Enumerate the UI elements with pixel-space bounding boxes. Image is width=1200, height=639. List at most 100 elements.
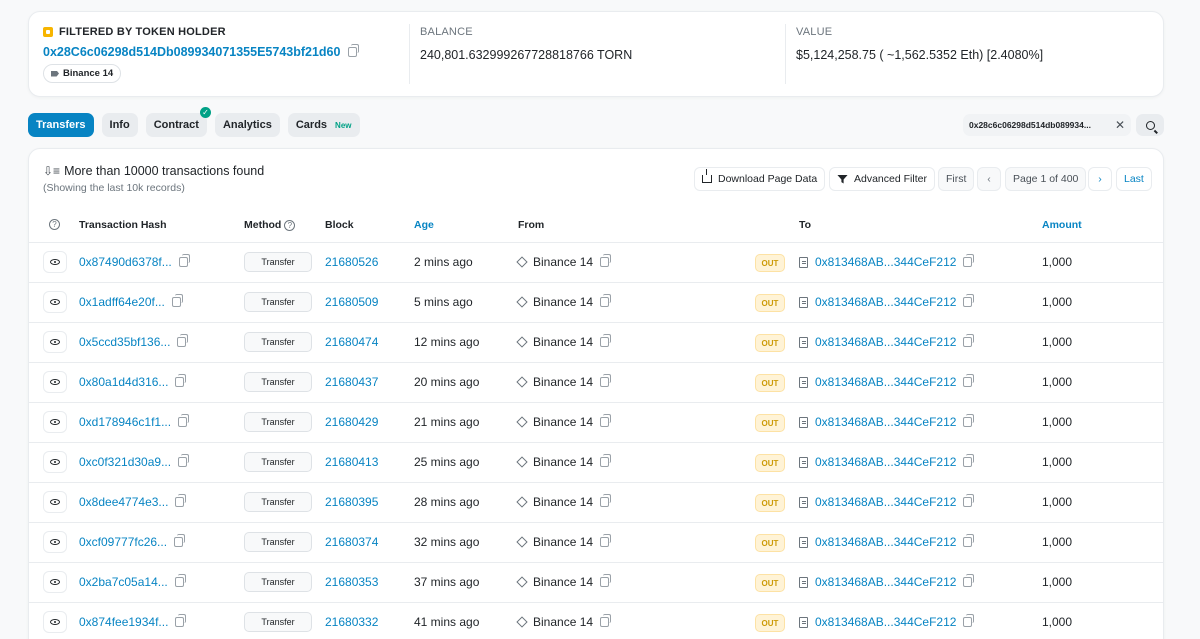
block-link[interactable]: 21680374	[325, 535, 378, 549]
amount-col-header[interactable]: Amount	[1042, 219, 1082, 231]
copy-icon[interactable]	[175, 494, 187, 507]
tab-cards[interactable]: Cards New	[287, 113, 360, 137]
from-label[interactable]: Binance 14	[533, 615, 593, 629]
eye-icon[interactable]	[43, 611, 67, 633]
search-button[interactable]	[1136, 114, 1164, 136]
eye-icon[interactable]	[43, 571, 67, 593]
tab-contract[interactable]: Contract ✓	[145, 107, 211, 137]
to-address-link[interactable]: 0x813468AB...344CeF212	[815, 495, 956, 509]
copy-icon[interactable]	[174, 574, 186, 587]
copy-icon[interactable]	[963, 614, 975, 627]
tab-transfers[interactable]: Transfers	[28, 113, 94, 137]
copy-icon[interactable]	[963, 574, 975, 587]
copy-icon[interactable]	[177, 334, 189, 347]
block-link[interactable]: 21680429	[325, 415, 378, 429]
copy-icon[interactable]	[963, 254, 975, 267]
tx-hash-link[interactable]: 0x1adff64e20f...	[79, 295, 165, 309]
from-label[interactable]: Binance 14	[533, 335, 593, 349]
from-label[interactable]: Binance 14	[533, 375, 593, 389]
tx-hash-link[interactable]: 0x87490d6378f...	[79, 255, 172, 269]
copy-icon[interactable]	[600, 454, 612, 467]
tx-hash-link[interactable]: 0x874fee1934f...	[79, 615, 168, 629]
block-link[interactable]: 21680437	[325, 375, 378, 389]
eye-icon[interactable]	[43, 251, 67, 273]
copy-icon[interactable]	[600, 254, 612, 267]
info-col-header[interactable]: ?	[49, 219, 60, 230]
copy-icon[interactable]	[171, 294, 183, 307]
eye-icon[interactable]	[43, 411, 67, 433]
copy-icon[interactable]	[963, 374, 975, 387]
eye-icon[interactable]	[43, 451, 67, 473]
copy-icon[interactable]	[175, 614, 187, 627]
block-link[interactable]: 21680395	[325, 495, 378, 509]
block-link[interactable]: 21680353	[325, 575, 378, 589]
address-filter-chip[interactable]: 0x28c6c06298d514db089934... ✕	[963, 114, 1131, 136]
copy-icon[interactable]	[963, 334, 975, 347]
copy-icon[interactable]	[600, 294, 612, 307]
from-label[interactable]: Binance 14	[533, 495, 593, 509]
copy-icon[interactable]	[600, 494, 612, 507]
copy-icon[interactable]	[175, 374, 187, 387]
copy-icon[interactable]	[600, 614, 612, 627]
copy-icon[interactable]	[600, 534, 612, 547]
to-address-link[interactable]: 0x813468AB...344CeF212	[815, 415, 956, 429]
copy-icon[interactable]	[600, 414, 612, 427]
copy-icon[interactable]	[963, 494, 975, 507]
to-address-link[interactable]: 0x813468AB...344CeF212	[815, 575, 956, 589]
eye-icon[interactable]	[43, 531, 67, 553]
eye-icon[interactable]	[43, 371, 67, 393]
help-icon[interactable]: ?	[284, 219, 296, 231]
to-address-link[interactable]: 0x813468AB...344CeF212	[815, 615, 956, 629]
tx-hash-link[interactable]: 0xc0f321d30a9...	[79, 455, 171, 469]
eye-icon[interactable]	[43, 491, 67, 513]
tx-hash-link[interactable]: 0xd178946c1f1...	[79, 415, 171, 429]
tx-hash-link[interactable]: 0x2ba7c05a14...	[79, 575, 168, 589]
tab-info[interactable]: Info	[101, 113, 138, 137]
close-icon[interactable]: ✕	[1115, 118, 1125, 132]
from-label[interactable]: Binance 14	[533, 415, 593, 429]
tx-hash-link[interactable]: 0x8dee4774e3...	[79, 495, 168, 509]
block-link[interactable]: 21680413	[325, 455, 378, 469]
holder-address-link[interactable]: 0x28C6c06298d514Db089934071355E5743bf21d…	[43, 45, 340, 59]
copy-icon[interactable]	[963, 534, 975, 547]
copy-icon[interactable]	[174, 534, 186, 547]
tx-hash-link[interactable]: 0xcf09777fc26...	[79, 535, 167, 549]
from-label[interactable]: Binance 14	[533, 295, 593, 309]
from-label[interactable]: Binance 14	[533, 575, 593, 589]
to-address-link[interactable]: 0x813468AB...344CeF212	[815, 335, 956, 349]
from-label[interactable]: Binance 14	[533, 255, 593, 269]
tx-hash-link[interactable]: 0x5ccd35bf136...	[79, 335, 170, 349]
copy-icon[interactable]	[178, 414, 190, 427]
copy-icon[interactable]	[348, 44, 360, 57]
from-label[interactable]: Binance 14	[533, 535, 593, 549]
copy-icon[interactable]	[963, 294, 975, 307]
eye-icon[interactable]	[43, 331, 67, 353]
last-page-button[interactable]: Last	[1116, 167, 1152, 191]
copy-icon[interactable]	[600, 374, 612, 387]
advanced-filter-button[interactable]: Advanced Filter	[829, 167, 935, 191]
block-link[interactable]: 21680526	[325, 255, 378, 269]
to-address-link[interactable]: 0x813468AB...344CeF212	[815, 255, 956, 269]
copy-icon[interactable]	[600, 334, 612, 347]
download-page-data-button[interactable]: Download Page Data	[694, 167, 826, 191]
name-tag[interactable]: Binance 14	[43, 64, 122, 83]
to-address-link[interactable]: 0x813468AB...344CeF212	[815, 295, 956, 309]
copy-icon[interactable]	[178, 254, 190, 267]
copy-icon[interactable]	[963, 454, 975, 467]
copy-icon[interactable]	[600, 574, 612, 587]
prev-page-button[interactable]: ‹	[977, 167, 1001, 191]
block-link[interactable]: 21680474	[325, 335, 378, 349]
eye-icon[interactable]	[43, 291, 67, 313]
copy-icon[interactable]	[963, 414, 975, 427]
block-link[interactable]: 21680332	[325, 615, 378, 629]
to-address-link[interactable]: 0x813468AB...344CeF212	[815, 535, 956, 549]
age-col-header[interactable]: Age	[414, 219, 434, 231]
next-page-button[interactable]: ›	[1088, 167, 1112, 191]
tx-hash-link[interactable]: 0x80a1d4d316...	[79, 375, 168, 389]
block-link[interactable]: 21680509	[325, 295, 378, 309]
to-address-link[interactable]: 0x813468AB...344CeF212	[815, 375, 956, 389]
first-page-button[interactable]: First	[938, 167, 975, 191]
from-label[interactable]: Binance 14	[533, 455, 593, 469]
tab-analytics[interactable]: Analytics	[214, 113, 280, 137]
copy-icon[interactable]	[178, 454, 190, 467]
